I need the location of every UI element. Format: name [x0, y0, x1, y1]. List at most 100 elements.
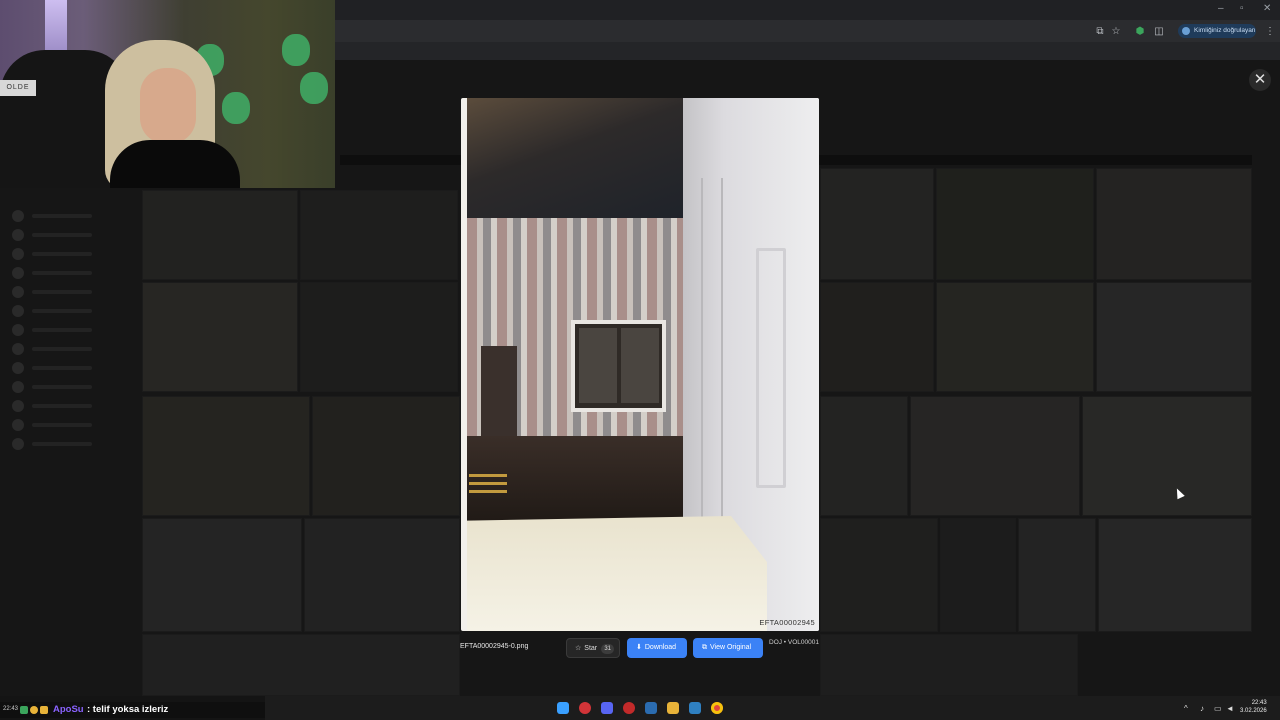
chat-time: 22:43 [3, 706, 19, 712]
extensions-puzzle-icon[interactable]: ◫ [1153, 26, 1165, 38]
chat-message: : telif yoksa izleriz [87, 704, 169, 715]
gallery-thumbnail[interactable] [142, 282, 298, 392]
download-icon: ⬇ [636, 644, 642, 651]
screen: – ▫ ✕ ⧉ ☆ ⬢ ◫ Kimliğiniz doğrulayan ⋮ OL… [0, 0, 1280, 720]
dimmed-sidebar [0, 190, 140, 470]
gallery-thumbnail[interactable] [142, 634, 460, 696]
file-name: EFTA00002945-0.png [460, 643, 529, 650]
sidebar-item [12, 381, 122, 393]
taskbar-clock[interactable]: 22:43 3.02.2026 [1240, 699, 1267, 715]
star-label: Star [584, 645, 598, 652]
gallery-thumbnail[interactable] [312, 396, 460, 516]
plant-decor [222, 92, 250, 124]
star-count-badge: 31 [601, 644, 614, 654]
gallery-thumbnail[interactable] [304, 518, 460, 632]
plant-decor [282, 34, 310, 66]
gallery-thumbnail[interactable] [300, 282, 458, 392]
gallery-thumbnail[interactable] [142, 190, 298, 280]
gallery-thumbnail[interactable] [1098, 518, 1252, 632]
streamer-face [140, 68, 196, 144]
app-icon[interactable] [689, 702, 701, 714]
obs-icon[interactable] [623, 702, 635, 714]
gallery-thumbnail[interactable] [910, 396, 1080, 516]
photo-ceiling [467, 98, 697, 228]
modal-photo: EFTA00002945 [461, 98, 819, 631]
clock-date: 3.02.2026 [1240, 708, 1267, 714]
download-button[interactable]: ⬇ Download [627, 638, 687, 658]
folder-icon[interactable] [667, 702, 679, 714]
subscriber-badge-icon [30, 706, 38, 714]
photo-bed [467, 516, 767, 631]
gallery-thumbnail[interactable] [142, 518, 302, 632]
gallery-thumbnail[interactable] [820, 518, 938, 632]
gallery-thumbnail[interactable] [1096, 168, 1252, 280]
external-link-icon: ⧉ [702, 644, 707, 651]
wall-sign: OLDE [0, 80, 36, 96]
photo-watermark: EFTA00002945 [759, 618, 815, 627]
gallery-thumbnail[interactable] [820, 634, 1078, 696]
avatar [1182, 27, 1190, 35]
clock-time: 22:43 [1251, 700, 1267, 706]
chrome-icon[interactable] [711, 702, 723, 714]
view-original-label: View Original [710, 644, 752, 651]
sidebar-item [12, 324, 122, 336]
gallery-thumbnail[interactable] [300, 190, 458, 280]
windows-taskbar [265, 696, 1280, 720]
gallery-thumbnail[interactable] [1018, 518, 1096, 632]
gallery-thumbnail[interactable] [1082, 396, 1252, 516]
photo-wall-frame [756, 248, 786, 488]
maximize-button[interactable]: ▫ [1240, 3, 1244, 14]
sidebar-item [12, 210, 122, 222]
profile-button[interactable]: Kimliğiniz doğrulayan [1178, 24, 1256, 38]
star-button[interactable]: ☆ Star 31 [566, 638, 620, 658]
document-meta: DOJ • VOL00001 [769, 639, 819, 646]
gallery-thumbnail[interactable] [142, 396, 310, 516]
discord-icon[interactable] [601, 702, 613, 714]
sidebar-item [12, 343, 122, 355]
gallery-thumbnail[interactable] [936, 168, 1094, 280]
view-original-button[interactable]: ⧉ View Original [693, 638, 763, 658]
close-modal-button[interactable]: ✕ [1249, 69, 1271, 91]
download-label: Download [644, 644, 677, 651]
sidebar-item [12, 267, 122, 279]
sidebar-item [12, 362, 122, 374]
microphone-icon[interactable]: ♪ [1200, 704, 1204, 713]
shield-extension-icon[interactable]: ⬢ [1134, 26, 1146, 38]
opera-icon[interactable] [579, 702, 591, 714]
streamer-webcam: OLDE [0, 0, 335, 188]
app-icon[interactable] [645, 702, 657, 714]
gallery-thumbnail[interactable] [1096, 282, 1252, 392]
chat-username: ApoSu [53, 704, 84, 715]
gallery-thumbnail[interactable] [820, 168, 934, 280]
photo-door [701, 178, 723, 558]
sidebar-item [12, 419, 122, 431]
bookmark-star-icon[interactable]: ☆ [1110, 26, 1122, 38]
gallery-thumbnail[interactable] [820, 396, 908, 516]
vip-badge-icon [40, 706, 48, 714]
sidebar-item [12, 400, 122, 412]
profile-label: Kimliğiniz doğrulayan [1194, 27, 1256, 34]
browser-menu-icon[interactable]: ⋮ [1264, 26, 1276, 38]
plant-decor [300, 72, 328, 104]
star-icon: ☆ [575, 645, 582, 652]
windows-start-icon[interactable] [557, 702, 569, 714]
photo-floor-object [469, 474, 507, 496]
speaker-icon[interactable]: ◄ [1226, 704, 1234, 713]
close-window-button[interactable]: ✕ [1263, 3, 1271, 14]
sidebar-item [12, 305, 122, 317]
kick-badge-icon [20, 706, 28, 714]
chat-message-bar: 22:43 ApoSu : telif yoksa izleriz [0, 702, 265, 718]
minimize-button[interactable]: – [1218, 3, 1224, 14]
sidebar-item [12, 286, 122, 298]
sidebar-item [12, 438, 122, 450]
display-icon[interactable]: ▭ [1214, 704, 1222, 713]
gallery-thumbnail[interactable] [936, 282, 1094, 392]
gallery-thumbnail[interactable] [820, 282, 934, 392]
streamer-body [110, 140, 240, 188]
sidebar-item [12, 229, 122, 241]
translate-icon[interactable]: ⧉ [1094, 26, 1106, 38]
gallery-thumbnail[interactable] [940, 518, 1016, 632]
tray-chevron-icon[interactable]: ^ [1184, 704, 1188, 713]
photo-window [571, 320, 666, 412]
photo-cabinet [481, 346, 517, 436]
